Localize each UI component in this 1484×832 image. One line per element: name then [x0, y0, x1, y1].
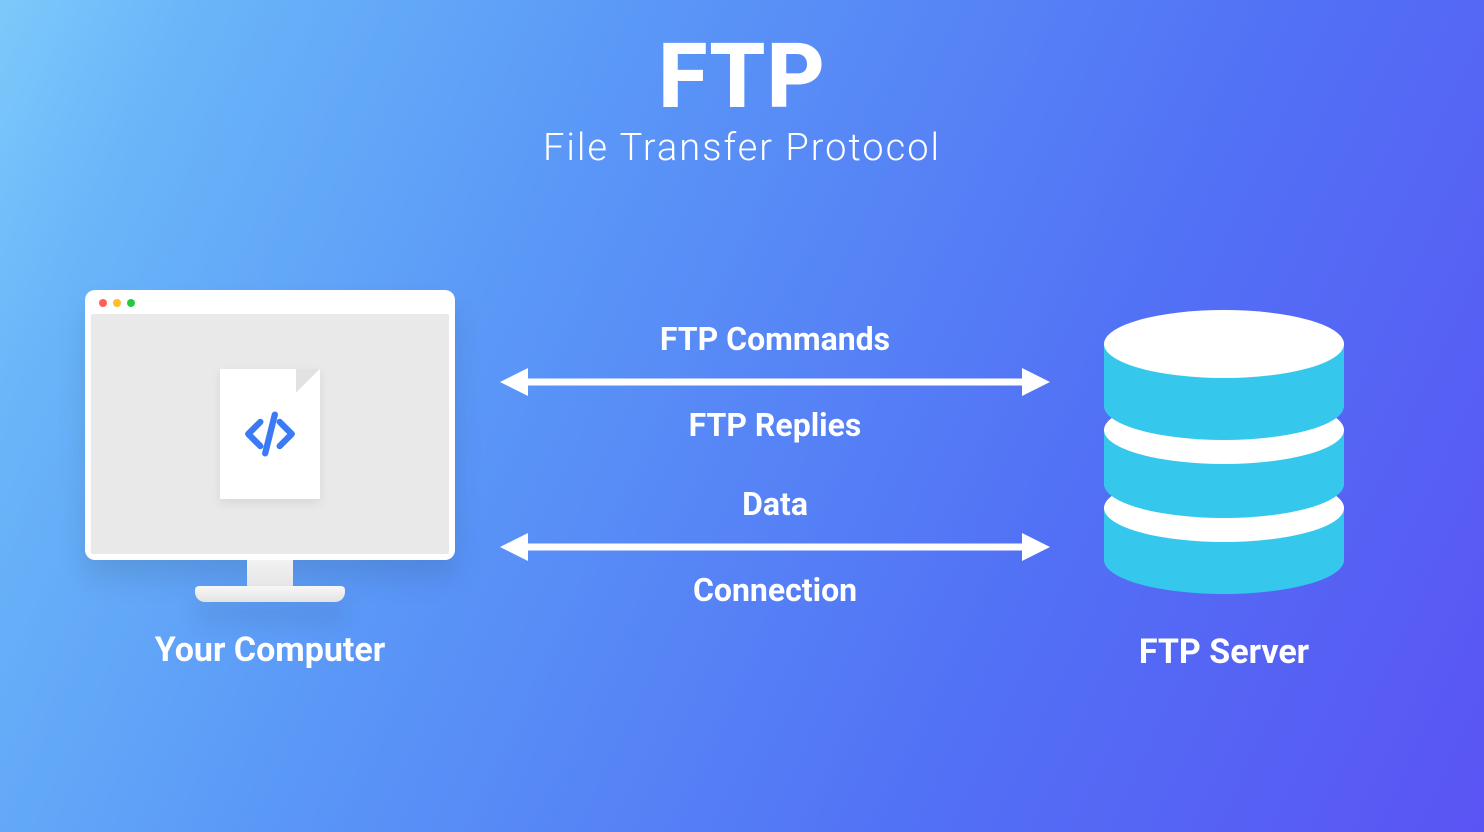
data-connection: Data Connection: [500, 485, 1050, 610]
connection-arrows: FTP Commands FTP Replies Data Connection: [500, 320, 1050, 610]
diagram-title: FTP: [0, 32, 1484, 122]
server-label: FTP Server: [1054, 632, 1394, 672]
diagram-subtitle: File Transfer Protocol: [0, 126, 1484, 170]
arrow-top-above-label: FTP Commands: [500, 320, 1050, 358]
arrow-top-below-label: FTP Replies: [500, 406, 1050, 444]
double-arrow-icon: [500, 529, 1050, 565]
arrow-bottom-above-label: Data: [500, 485, 1050, 523]
computer-icon: [85, 290, 455, 602]
control-connection: FTP Commands FTP Replies: [500, 320, 1050, 445]
window-dot-max: [127, 299, 135, 307]
client-label: Your Computer: [80, 630, 460, 670]
window-titlebar: [91, 296, 449, 314]
window-dot-min: [113, 299, 121, 307]
double-arrow-icon: [500, 364, 1050, 400]
server-node: FTP Server: [1054, 290, 1394, 672]
database-icon: [1084, 290, 1364, 604]
client-node: Your Computer: [80, 290, 460, 670]
diagram-header: FTP File Transfer Protocol: [0, 32, 1484, 170]
arrow-bottom-below-label: Connection: [500, 571, 1050, 609]
diagram-stage: Your Computer FTP Commands FTP Replies D…: [0, 260, 1484, 740]
window-dot-close: [99, 299, 107, 307]
code-file-icon: [220, 369, 320, 499]
